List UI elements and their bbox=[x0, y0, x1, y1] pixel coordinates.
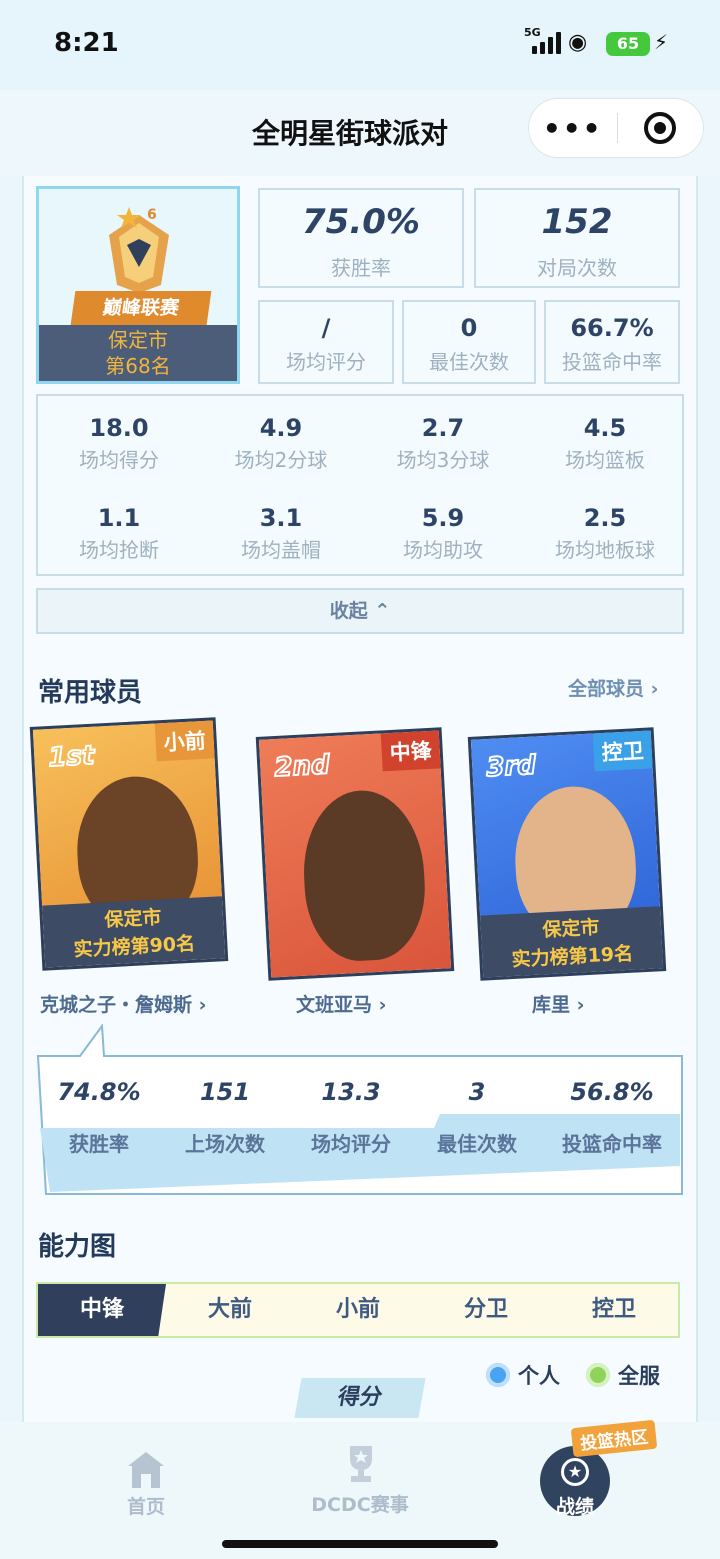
fg-pct-label: 投篮命中率 bbox=[562, 350, 662, 374]
stat-cell: 5.9 场均助攻 bbox=[403, 504, 483, 562]
stat-cell: 2.5 场均地板球 bbox=[555, 504, 655, 562]
legend-personal: 个人 bbox=[486, 1360, 560, 1390]
wifi-icon: ◉ bbox=[568, 30, 588, 55]
player-ordinal: 2nd bbox=[273, 749, 332, 784]
player-rank-label: 保定市 实力榜第19名 bbox=[480, 906, 664, 978]
rank-city: 保定市 bbox=[108, 328, 168, 352]
rank-card: 6 巅峰联赛 保定市 第68名 bbox=[36, 186, 240, 384]
matches-value: 152 bbox=[541, 202, 613, 242]
tab-shooting-guard[interactable]: 分卫 bbox=[422, 1284, 550, 1336]
stat-cell: 1.1 场均抢断 bbox=[79, 504, 159, 562]
chevron-right-icon: › bbox=[576, 994, 585, 1016]
tab-power-forward[interactable]: 大前 bbox=[166, 1284, 294, 1336]
player-rank-label: 保定市 实力榜第90名 bbox=[42, 896, 226, 968]
players-section-title: 常用球员 bbox=[38, 678, 143, 708]
capsule-menu: ••• bbox=[528, 98, 704, 158]
player-stat: 74.8% 获胜率 bbox=[57, 1078, 141, 1156]
bottom-nav: 首页 DCDC赛事 ★ 战绩 投篮热区 bbox=[0, 1419, 720, 1559]
star-level: 6 bbox=[147, 207, 157, 223]
tab-point-guard[interactable]: 控卫 bbox=[550, 1284, 678, 1336]
player-ordinal: 1st bbox=[47, 740, 97, 774]
player-position: 控卫 bbox=[592, 730, 653, 772]
win-rate-box: 75.0% 获胜率 bbox=[258, 188, 464, 288]
stat-cell: 3.1 场均盖帽 bbox=[241, 504, 321, 562]
fg-pct-box: 66.7% 投篮命中率 bbox=[544, 300, 680, 384]
status-bar: 8:21 5G ◉ 65 ⚡ bbox=[0, 0, 720, 90]
legend-dot-icon bbox=[586, 1363, 610, 1387]
player-name-link[interactable]: 文班亚马 › bbox=[296, 990, 386, 1017]
network-type: 5G bbox=[524, 26, 541, 39]
metric-label: 得分 bbox=[294, 1378, 426, 1418]
player-stat: 13.3 场均评分 bbox=[311, 1078, 391, 1156]
collapse-button[interactable]: 收起 ⌃ bbox=[36, 588, 684, 634]
matches-box: 152 对局次数 bbox=[474, 188, 680, 288]
player-position: 小前 bbox=[154, 720, 215, 762]
chevron-up-icon: ⌃ bbox=[374, 600, 391, 622]
player-stat: 151 上场次数 bbox=[185, 1078, 265, 1156]
win-rate-value: 75.0% bbox=[302, 202, 420, 242]
nav-events[interactable]: DCDC赛事 bbox=[300, 1490, 420, 1517]
home-indicator bbox=[222, 1540, 498, 1548]
chevron-right-icon: › bbox=[378, 994, 387, 1016]
player-ordinal: 3rd bbox=[485, 750, 538, 785]
collapse-label: 收起 bbox=[329, 600, 368, 622]
win-rate-label: 获胜率 bbox=[331, 256, 391, 280]
chevron-right-icon: › bbox=[198, 994, 207, 1016]
player-position: 中锋 bbox=[380, 730, 441, 772]
more-dots-icon[interactable]: ••• bbox=[529, 112, 617, 145]
position-tabs: 中锋 大前 小前 分卫 控卫 bbox=[36, 1282, 680, 1338]
player-card-1[interactable]: 1st 小前 保定市 实力榜第90名 bbox=[29, 717, 229, 971]
target-icon[interactable] bbox=[618, 112, 704, 144]
hot-zone-badge[interactable]: 投篮热区 bbox=[570, 1419, 658, 1458]
battery-icon: 65 bbox=[606, 32, 650, 56]
ability-title: 能力图 bbox=[38, 1232, 117, 1262]
stat-cell: 4.5 场均篮板 bbox=[565, 414, 645, 472]
fg-pct-value: 66.7% bbox=[570, 314, 654, 342]
home-icon bbox=[128, 1452, 164, 1488]
stat-cell: 18.0 场均得分 bbox=[79, 414, 159, 472]
nav-record[interactable]: 战绩 bbox=[542, 1492, 608, 1519]
tab-center[interactable]: 中锋 bbox=[38, 1284, 166, 1336]
avg-rating-box: / 场均评分 bbox=[258, 300, 394, 384]
legend-global: 全服 bbox=[586, 1360, 660, 1390]
player-name-link[interactable]: 库里 › bbox=[532, 990, 584, 1017]
mvp-value: 0 bbox=[460, 314, 478, 342]
charging-icon: ⚡ bbox=[654, 30, 669, 54]
player-card-2[interactable]: 2nd 中锋 bbox=[255, 727, 455, 981]
mvp-label: 最佳次数 bbox=[429, 350, 509, 374]
player-stat: 56.8% 投篮命中率 bbox=[562, 1078, 662, 1156]
mvp-box: 0 最佳次数 bbox=[402, 300, 536, 384]
avg-rating-label: 场均评分 bbox=[286, 350, 366, 374]
tab-small-forward[interactable]: 小前 bbox=[294, 1284, 422, 1336]
player-card-3[interactable]: 3rd 控卫 保定市 实力榜第19名 bbox=[467, 727, 667, 981]
trophy-icon bbox=[350, 1446, 372, 1482]
all-players-link[interactable]: 全部球员 › bbox=[568, 674, 658, 701]
rank-position: 第68名 bbox=[105, 354, 171, 378]
clock: 8:21 bbox=[54, 28, 119, 58]
stat-cell: 2.7 场均3分球 bbox=[396, 414, 490, 472]
league-label: 巅峰联赛 bbox=[70, 291, 212, 325]
league-badge-icon: 6 bbox=[109, 207, 169, 293]
cell-signal-icon: 5G bbox=[524, 26, 561, 54]
stat-cell: 4.9 场均2分球 bbox=[234, 414, 328, 472]
nav-home[interactable]: 首页 bbox=[120, 1492, 172, 1519]
legend-dot-icon bbox=[486, 1363, 510, 1387]
chevron-right-icon: › bbox=[650, 678, 659, 700]
player-stats: 74.8% 获胜率 151 上场次数 13.3 场均评分 3 最佳次数 56.8% 投篮命… bbox=[36, 1052, 684, 1196]
player-name-link[interactable]: 克城之子・詹姆斯 › bbox=[40, 990, 206, 1017]
rank-city-block: 保定市 第68名 bbox=[39, 325, 237, 381]
detail-stats-grid: 18.0 场均得分 4.9 场均2分球 2.7 场均3分球 4.5 场均篮板 1.1 场均… bbox=[36, 394, 684, 576]
player-stat: 3 最佳次数 bbox=[437, 1078, 517, 1156]
avg-rating-value: / bbox=[321, 314, 331, 342]
matches-label: 对局次数 bbox=[537, 256, 617, 280]
